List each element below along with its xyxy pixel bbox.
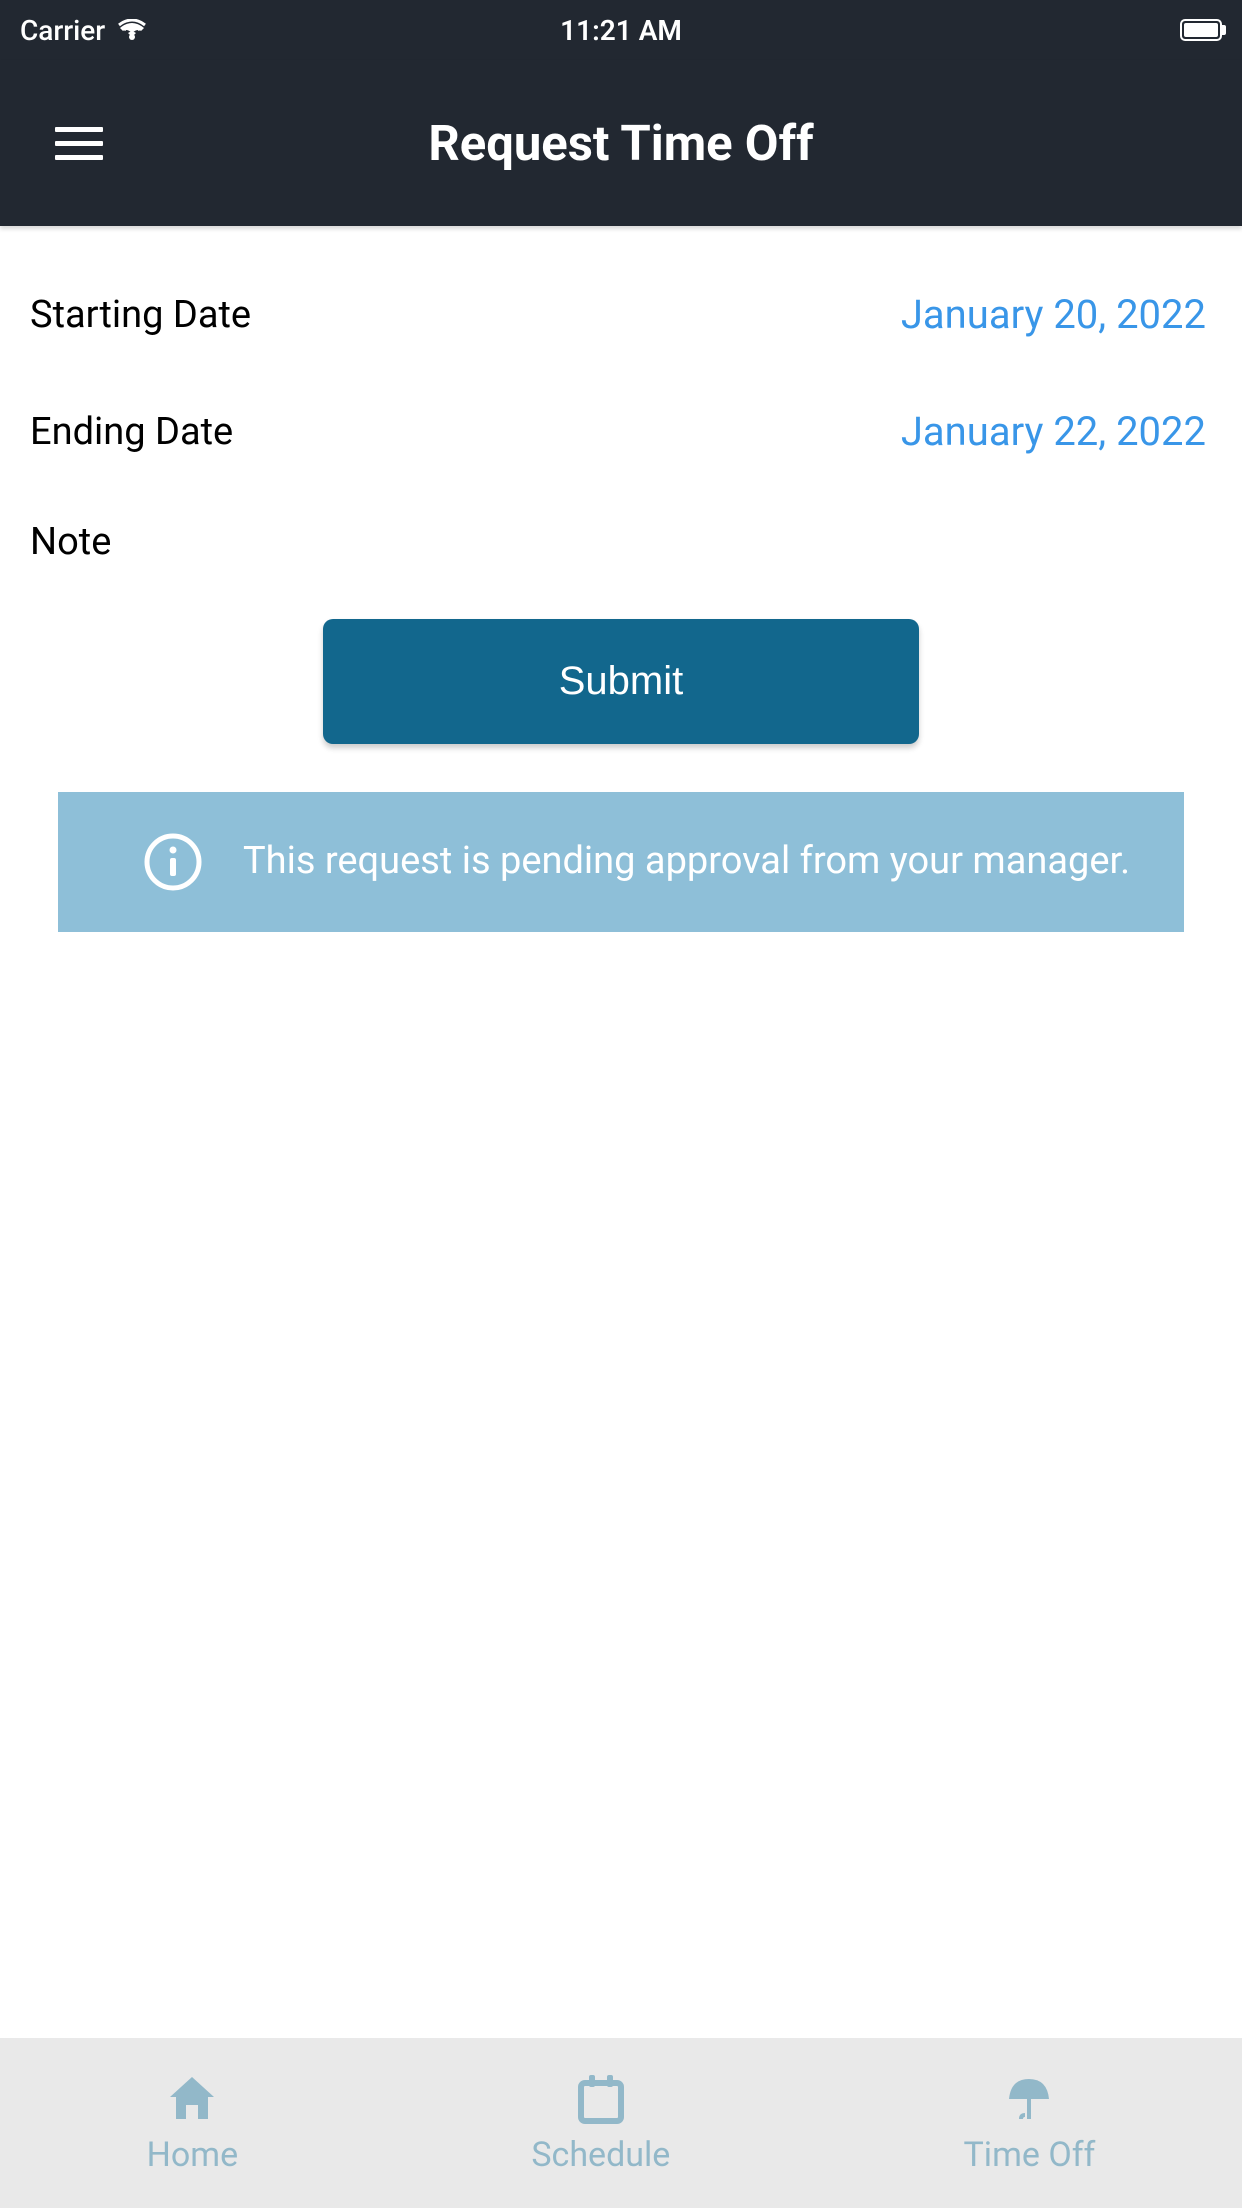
nav-label-home: Home <box>147 2135 239 2175</box>
nav-label-timeoff: Time Off <box>964 2135 1096 2175</box>
umbrella-icon <box>1001 2071 1057 2127</box>
status-bar: Carrier 11:21 AM <box>0 0 1242 60</box>
status-left: Carrier <box>20 14 147 47</box>
starting-date-label: Starting Date <box>30 293 251 337</box>
form-content: Starting Date January 20, 2022 Ending Da… <box>0 226 1242 932</box>
starting-date-value[interactable]: January 20, 2022 <box>901 291 1212 338</box>
wifi-icon <box>117 19 147 41</box>
nav-item-home[interactable]: Home <box>147 2071 239 2175</box>
bottom-navigation: Home Schedule Time Off <box>0 2038 1242 2208</box>
home-icon <box>164 2071 220 2127</box>
ending-date-row: Ending Date January 22, 2022 <box>30 373 1212 490</box>
note-row: Note <box>30 490 1212 599</box>
carrier-label: Carrier <box>20 14 105 47</box>
app-header: Request Time Off <box>0 60 1242 226</box>
calendar-icon <box>573 2071 629 2127</box>
status-right <box>1180 19 1222 41</box>
menu-icon[interactable] <box>55 127 103 160</box>
info-icon <box>143 832 203 892</box>
submit-button[interactable]: Submit <box>323 619 919 744</box>
starting-date-row: Starting Date January 20, 2022 <box>30 256 1212 373</box>
info-banner: This request is pending approval from yo… <box>58 792 1184 932</box>
battery-icon <box>1180 19 1222 41</box>
nav-item-timeoff[interactable]: Time Off <box>964 2071 1096 2175</box>
page-title: Request Time Off <box>428 115 813 172</box>
note-label: Note <box>30 520 111 564</box>
status-time: 11:21 AM <box>560 14 682 47</box>
nav-item-schedule[interactable]: Schedule <box>531 2071 670 2175</box>
nav-label-schedule: Schedule <box>531 2135 670 2175</box>
ending-date-value[interactable]: January 22, 2022 <box>901 408 1212 455</box>
ending-date-label: Ending Date <box>30 410 233 454</box>
info-message: This request is pending approval from yo… <box>243 835 1130 888</box>
